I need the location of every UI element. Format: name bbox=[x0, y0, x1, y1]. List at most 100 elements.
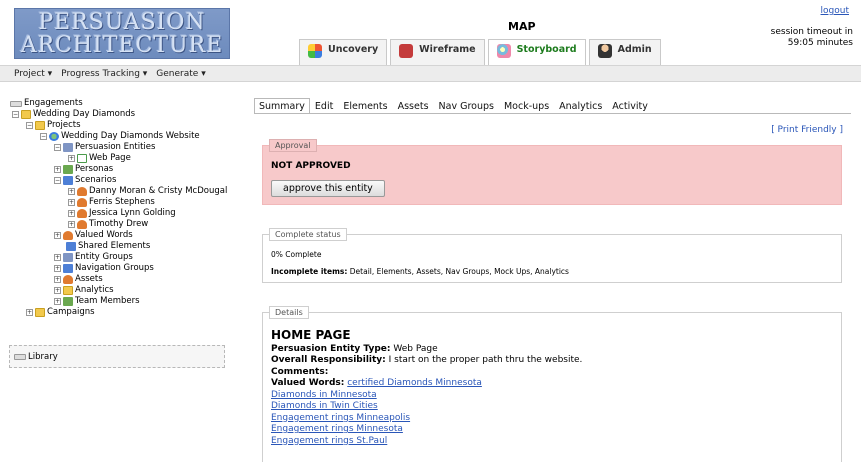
tree-item-navigation-groups[interactable]: + Navigation Groups bbox=[54, 263, 154, 274]
valued-words-label: Valued Words: bbox=[271, 378, 345, 388]
tab-storyboard[interactable]: Storyboard bbox=[487, 39, 586, 65]
expand-toggle[interactable]: + bbox=[54, 276, 61, 283]
collapse-toggle[interactable]: − bbox=[12, 111, 19, 118]
tab-uncovery[interactable]: Uncovery bbox=[299, 39, 388, 65]
tab-elements[interactable]: Elements bbox=[338, 98, 392, 114]
tree-item-scenarios[interactable]: − Scenarios bbox=[54, 175, 116, 186]
approval-status: NOT APPROVED bbox=[271, 161, 351, 171]
tree-label: Valued Words bbox=[75, 230, 133, 240]
expand-toggle[interactable]: + bbox=[54, 287, 61, 294]
tab-summary[interactable]: Summary bbox=[254, 98, 310, 114]
tab-activity[interactable]: Activity bbox=[607, 98, 653, 114]
scenarios-icon bbox=[63, 176, 73, 185]
tree-item-scenario[interactable]: + Jessica Lynn Golding bbox=[68, 208, 176, 219]
navigation-groups-icon bbox=[63, 264, 73, 273]
tree-item-analytics[interactable]: + Analytics bbox=[54, 285, 114, 296]
tree-label: Jessica Lynn Golding bbox=[89, 208, 176, 218]
tree-item-projects[interactable]: − Projects bbox=[26, 120, 81, 131]
tree-label: Personas bbox=[75, 164, 114, 174]
tree-item-entity-groups[interactable]: + Entity Groups bbox=[54, 252, 133, 263]
collapse-toggle[interactable]: − bbox=[26, 122, 33, 129]
expand-toggle[interactable]: + bbox=[54, 265, 61, 272]
complete-percent: 0% Complete bbox=[271, 250, 322, 259]
tree-item-web-page[interactable]: + Web Page bbox=[68, 153, 131, 164]
expand-toggle[interactable]: + bbox=[54, 166, 61, 173]
session-line-2: 59:05 minutes bbox=[787, 38, 853, 48]
print-friendly-link[interactable]: [ Print Friendly ] bbox=[771, 125, 843, 135]
valued-word-link[interactable]: Diamonds in Twin Cities bbox=[271, 401, 378, 411]
tree-label: Web Page bbox=[89, 153, 131, 163]
tree-item-wedding-day-diamonds[interactable]: − Wedding Day Diamonds bbox=[12, 109, 135, 120]
tree-item-website[interactable]: − Wedding Day Diamonds Website bbox=[40, 131, 200, 142]
person-icon bbox=[77, 209, 87, 218]
tree-item-assets[interactable]: + Assets bbox=[54, 274, 103, 285]
collapse-toggle[interactable]: − bbox=[40, 133, 47, 140]
tab-analytics[interactable]: Analytics bbox=[554, 98, 607, 114]
expand-toggle[interactable]: + bbox=[54, 232, 61, 239]
drive-icon bbox=[14, 354, 26, 360]
valued-word-link[interactable]: Engagement rings St.Paul bbox=[271, 436, 387, 446]
tree-label: Timothy Drew bbox=[89, 219, 149, 229]
expand-toggle[interactable]: + bbox=[26, 309, 33, 316]
collapse-toggle[interactable]: − bbox=[54, 177, 61, 184]
tree-item-campaigns[interactable]: + Campaigns bbox=[26, 307, 95, 318]
responsibility-label: Overall Responsibility: bbox=[271, 355, 386, 365]
tab-assets[interactable]: Assets bbox=[393, 98, 434, 114]
details-content: HOME PAGE Persuasion Entity Type: Web Pa… bbox=[271, 328, 582, 447]
shared-elements-icon bbox=[66, 242, 76, 251]
tree-item-personas[interactable]: + Personas bbox=[54, 164, 113, 175]
details-legend: Details bbox=[269, 306, 309, 319]
expand-toggle[interactable]: + bbox=[68, 155, 75, 162]
tab-edit[interactable]: Edit bbox=[310, 98, 338, 114]
valued-word-link[interactable]: Engagement rings Minneapolis bbox=[271, 413, 410, 423]
tree-item-shared-elements[interactable]: Shared Elements bbox=[66, 241, 150, 252]
tree-label: Wedding Day Diamonds bbox=[33, 109, 136, 119]
tab-admin[interactable]: Admin bbox=[588, 39, 661, 65]
tree-item-valued-words[interactable]: + Valued Words bbox=[54, 230, 133, 241]
expand-toggle[interactable]: + bbox=[68, 188, 75, 195]
tab-nav-groups[interactable]: Nav Groups bbox=[434, 98, 499, 114]
expand-toggle[interactable]: + bbox=[68, 221, 75, 228]
expand-toggle[interactable]: + bbox=[54, 254, 61, 261]
menu-bar: Project ▾ Progress Tracking ▾ Generate ▾ bbox=[0, 65, 861, 82]
complete-status-legend: Complete status bbox=[269, 228, 347, 241]
tree-label: Scenarios bbox=[75, 175, 117, 185]
collapse-toggle[interactable]: − bbox=[54, 144, 61, 151]
person-icon bbox=[77, 220, 87, 229]
content-tabs: Summary Edit Elements Assets Nav Groups … bbox=[254, 98, 653, 114]
complete-status-panel: Complete status 0% Complete Incomplete i… bbox=[262, 228, 842, 283]
approve-entity-button[interactable]: approve this entity bbox=[271, 180, 385, 197]
menu-generate[interactable]: Generate ▾ bbox=[156, 69, 205, 79]
tree-item-scenario[interactable]: + Timothy Drew bbox=[68, 219, 148, 230]
page-title: MAP bbox=[508, 20, 536, 33]
incomplete-values: Detail, Elements, Assets, Nav Groups, Mo… bbox=[349, 267, 569, 276]
menu-project[interactable]: Project ▾ bbox=[14, 69, 52, 79]
valued-word-link[interactable]: Diamonds in Minnesota bbox=[271, 390, 377, 400]
app-tabs: Uncovery Wireframe Storyboard Admin bbox=[299, 39, 664, 65]
comments-label: Comments: bbox=[271, 366, 329, 377]
expand-toggle[interactable]: + bbox=[54, 298, 61, 305]
tab-wireframe[interactable]: Wireframe bbox=[390, 39, 485, 65]
menu-progress-tracking[interactable]: Progress Tracking ▾ bbox=[61, 69, 147, 79]
expand-toggle[interactable]: + bbox=[68, 199, 75, 206]
expand-toggle[interactable]: + bbox=[68, 210, 75, 217]
app-logo[interactable]: PERSUASION ARCHITECTURE bbox=[14, 8, 230, 59]
valued-word-link[interactable]: certified Diamonds Minnesota bbox=[347, 378, 482, 388]
entity-type-value: Web Page bbox=[393, 343, 438, 354]
tree-item-persuasion-entities[interactable]: − Persuasion Entities bbox=[54, 142, 155, 153]
tree-item-scenario[interactable]: + Ferris Stephens bbox=[68, 197, 155, 208]
tree-label: Team Members bbox=[75, 296, 140, 306]
tree-label: Engagements bbox=[24, 98, 83, 108]
logout-link[interactable]: logout bbox=[821, 6, 849, 16]
library-label: Library bbox=[28, 352, 58, 362]
valued-word-link[interactable]: Engagement rings Minnesota bbox=[271, 424, 403, 434]
web-page-icon bbox=[77, 154, 87, 163]
tree-item-scenario[interactable]: + Danny Moran & Cristy McDougal bbox=[68, 186, 227, 197]
tab-mock-ups[interactable]: Mock-ups bbox=[499, 98, 554, 114]
tree-item-engagements[interactable]: Engagements bbox=[10, 98, 83, 109]
entity-heading: HOME PAGE bbox=[271, 328, 351, 342]
personas-icon bbox=[63, 165, 73, 174]
library-panel[interactable]: Library bbox=[9, 345, 225, 368]
tree-item-team-members[interactable]: + Team Members bbox=[54, 296, 140, 307]
folder-icon bbox=[21, 110, 31, 119]
